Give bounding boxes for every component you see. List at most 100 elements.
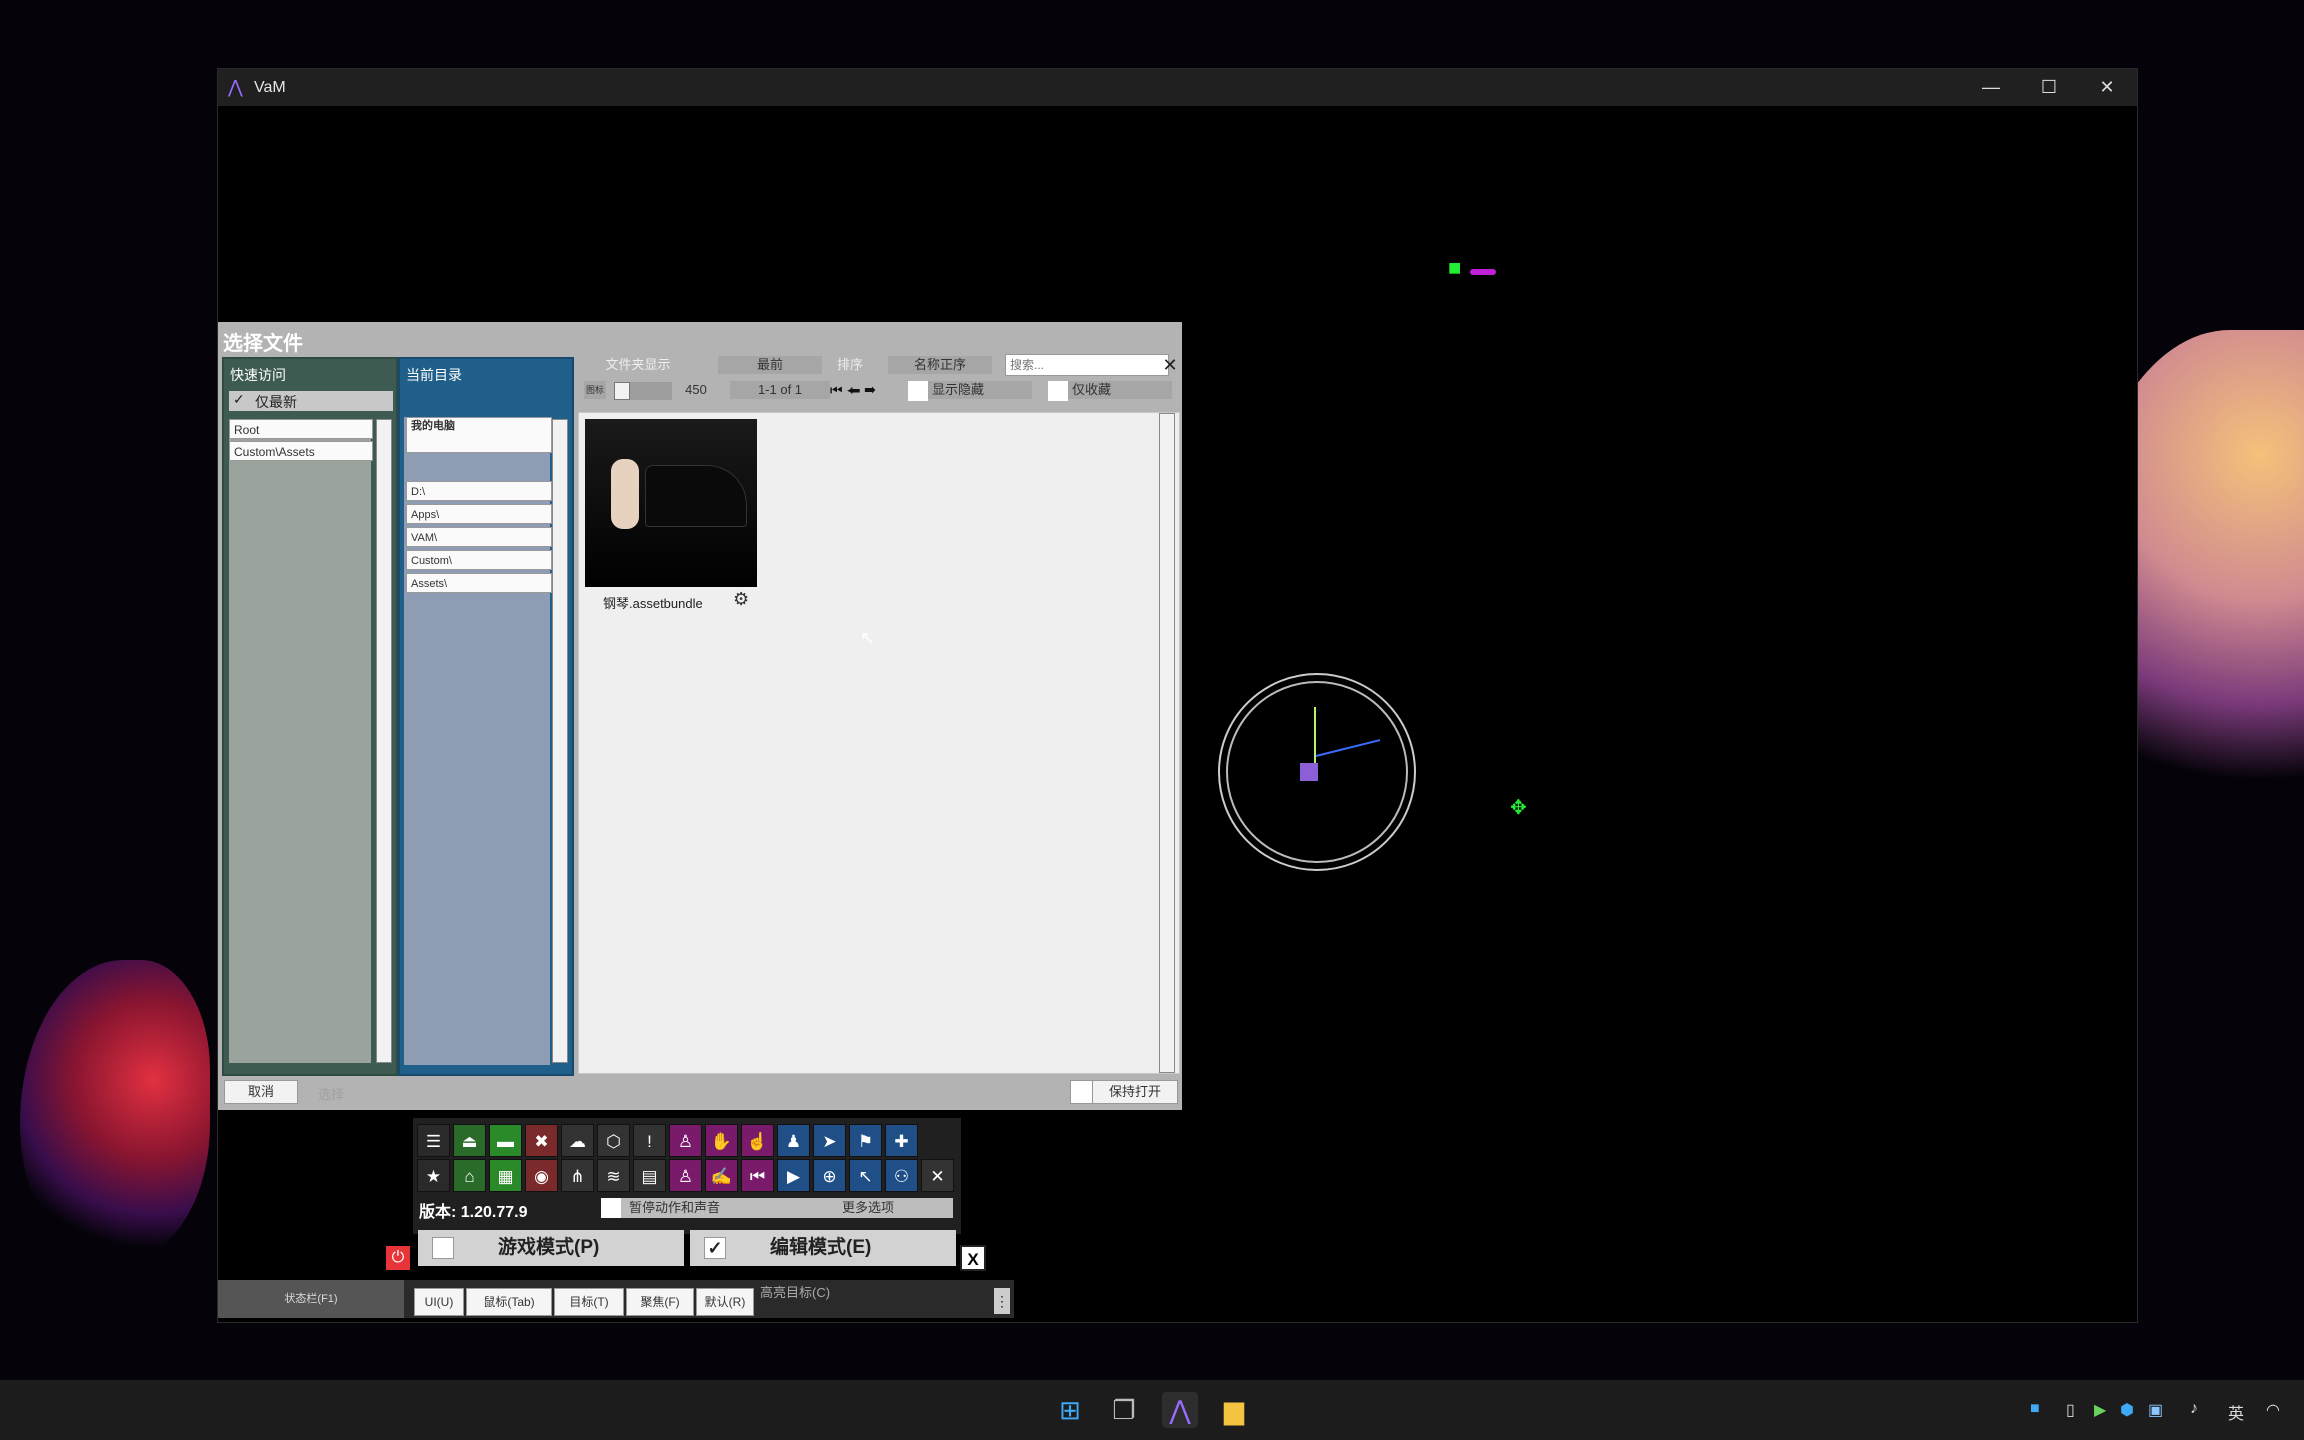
folder-icon[interactable]: ▬: [489, 1124, 522, 1157]
cursor-icon[interactable]: ↖: [849, 1159, 882, 1192]
minimize-icon[interactable]: —: [1962, 69, 2020, 106]
more-vert-icon[interactable]: ⋮: [994, 1288, 1010, 1314]
layers-icon[interactable]: ≋: [597, 1159, 630, 1192]
show-hidden-checkbox[interactable]: [908, 381, 928, 401]
figure-image: [611, 459, 639, 529]
tools-icon[interactable]: ✕: [921, 1159, 954, 1192]
wifi-icon[interactable]: ◠: [2266, 1400, 2280, 1420]
prev-page-icon[interactable]: ⬅: [847, 382, 861, 398]
keep-open-label: 保持打开: [1092, 1080, 1178, 1104]
dir-item[interactable]: Assets\: [406, 573, 552, 593]
quick-access-item-custom-assets[interactable]: Custom\Assets: [229, 441, 373, 461]
move-handle-icon[interactable]: ✥: [1510, 795, 1527, 820]
default-button[interactable]: 默认(R): [696, 1288, 754, 1316]
dir-item-my-computer[interactable]: 我的电脑: [406, 417, 552, 453]
next-page-icon[interactable]: ➡: [864, 382, 876, 398]
status-bar-toggle[interactable]: 状态栏(F1): [218, 1280, 404, 1318]
package-icon[interactable]: ⬡: [597, 1124, 630, 1157]
dir-item[interactable]: VAM\: [406, 527, 552, 547]
send-icon[interactable]: ➤: [813, 1124, 846, 1157]
mouse-cursor: ↖: [860, 628, 876, 648]
play-icon[interactable]: ▶: [777, 1159, 810, 1192]
clear-search-icon[interactable]: ✕: [1160, 354, 1180, 376]
close-panel-button[interactable]: X: [960, 1245, 986, 1271]
piano-image: [645, 465, 747, 527]
camera-icon[interactable]: ◉: [525, 1159, 558, 1192]
open-folder-icon[interactable]: ⌂: [453, 1159, 486, 1192]
target-button[interactable]: 目标(T): [554, 1288, 624, 1316]
pointer-hand-icon[interactable]: ☝: [741, 1124, 774, 1157]
document-icon[interactable]: ▤: [633, 1159, 666, 1192]
file-name[interactable]: 钢琴.assetbundle: [603, 593, 703, 612]
delete-icon[interactable]: ✖: [525, 1124, 558, 1157]
first-page-icon[interactable]: ⏮: [830, 382, 843, 398]
pause-label: 暂停动作和声音: [621, 1198, 785, 1218]
vam-app-icon[interactable]: ⋀: [1162, 1392, 1198, 1428]
size-slider[interactable]: [614, 382, 672, 400]
close-icon[interactable]: ✕: [2078, 69, 2136, 106]
open-scene-icon[interactable]: ⏏: [453, 1124, 486, 1157]
ui-button[interactable]: UI(U): [414, 1288, 464, 1316]
only-latest-checkbox[interactable]: ✓ 仅最新: [229, 391, 393, 411]
windows-start-icon[interactable]: ⊞: [1052, 1392, 1088, 1428]
page-nav: ⏮ ⬅ ➡: [830, 381, 896, 399]
quick-access-scrollbar[interactable]: [376, 419, 392, 1063]
more-options-button[interactable]: 更多选项: [783, 1198, 953, 1218]
people-icon[interactable]: ⚇: [885, 1159, 918, 1192]
microphone-icon[interactable]: ♪: [2190, 1400, 2198, 1418]
maximize-icon[interactable]: ☐: [2020, 69, 2078, 106]
person-add-icon[interactable]: ♙: [669, 1124, 702, 1157]
skip-back-icon[interactable]: ⏮: [741, 1159, 774, 1192]
folder-view-toggle[interactable]: 文件夹显示: [598, 356, 678, 374]
gallery-icon[interactable]: ▦: [489, 1159, 522, 1192]
slider-handle[interactable]: [614, 382, 630, 400]
star-icon[interactable]: ★: [417, 1159, 450, 1192]
taskbar: ⊞ ❐ ⋀ ▆ ■ ▯ ▶ ⬢ ▣ ♪ 英 ◠: [0, 1380, 2304, 1440]
hand-icon[interactable]: ✋: [705, 1124, 738, 1157]
play-tray-icon[interactable]: ▶: [2094, 1400, 2106, 1420]
play-mode-button[interactable]: 游戏模式(P): [418, 1230, 684, 1266]
select-button-disabled: 选择: [318, 1087, 345, 1102]
dir-item[interactable]: Apps\: [406, 504, 552, 524]
gear-icon[interactable]: ⚙: [733, 589, 749, 610]
keep-open-checkbox[interactable]: [1070, 1080, 1094, 1104]
security-icon[interactable]: ▣: [2148, 1400, 2163, 1420]
usb-icon[interactable]: ▯: [2066, 1400, 2075, 1420]
quick-access-item-root[interactable]: Root: [229, 419, 373, 439]
transform-gizmo[interactable]: [1218, 673, 1416, 871]
share-icon[interactable]: ⋔: [561, 1159, 594, 1192]
only-fav-checkbox[interactable]: [1048, 381, 1068, 401]
menu-icon[interactable]: ☰: [417, 1124, 450, 1157]
check-icon: ✓: [233, 391, 245, 407]
camera-target[interactable]: [1470, 269, 1496, 275]
file-grid-scrollbar[interactable]: [1159, 413, 1175, 1073]
mouse-button[interactable]: 鼠标(Tab): [466, 1288, 552, 1316]
focus-button[interactable]: 聚焦(F): [626, 1288, 694, 1316]
alert-icon[interactable]: !: [633, 1124, 666, 1157]
wrench-hand-icon[interactable]: ✍: [705, 1159, 738, 1192]
tray-icon[interactable]: ■: [2030, 1400, 2040, 1418]
cancel-button[interactable]: 取消: [224, 1080, 298, 1104]
language-indicator[interactable]: 英: [2228, 1400, 2244, 1424]
target-icon[interactable]: ⊕: [813, 1159, 846, 1192]
task-view-icon[interactable]: ❐: [1106, 1392, 1142, 1428]
dir-item[interactable]: D:\: [406, 481, 552, 501]
camera-icon[interactable]: ■: [1448, 255, 1461, 281]
cloud-upload-icon[interactable]: ☁: [561, 1124, 594, 1157]
flag-icon[interactable]: ⚑: [849, 1124, 882, 1157]
person-icon[interactable]: ♟: [777, 1124, 810, 1157]
highlight-target-label[interactable]: 高亮目标(C): [760, 1282, 830, 1301]
shield-icon[interactable]: ⬢: [2120, 1400, 2134, 1420]
file-explorer-icon[interactable]: ▆: [1216, 1392, 1252, 1428]
dir-item[interactable]: Custom\: [406, 550, 552, 570]
edit-mode-button[interactable]: ✓ 编辑模式(E): [690, 1230, 956, 1266]
sort-dropdown[interactable]: 名称正序: [888, 356, 992, 374]
search-input[interactable]: [1005, 354, 1169, 376]
pause-checkbox[interactable]: [601, 1198, 621, 1218]
power-icon[interactable]: ⏻: [386, 1246, 410, 1270]
current-dir-scrollbar[interactable]: [552, 419, 568, 1063]
file-thumbnail[interactable]: [585, 419, 757, 587]
recent-button[interactable]: 最前: [718, 356, 822, 374]
plus-icon[interactable]: ✚: [885, 1124, 918, 1157]
person-remove-icon[interactable]: ♙: [669, 1159, 702, 1192]
